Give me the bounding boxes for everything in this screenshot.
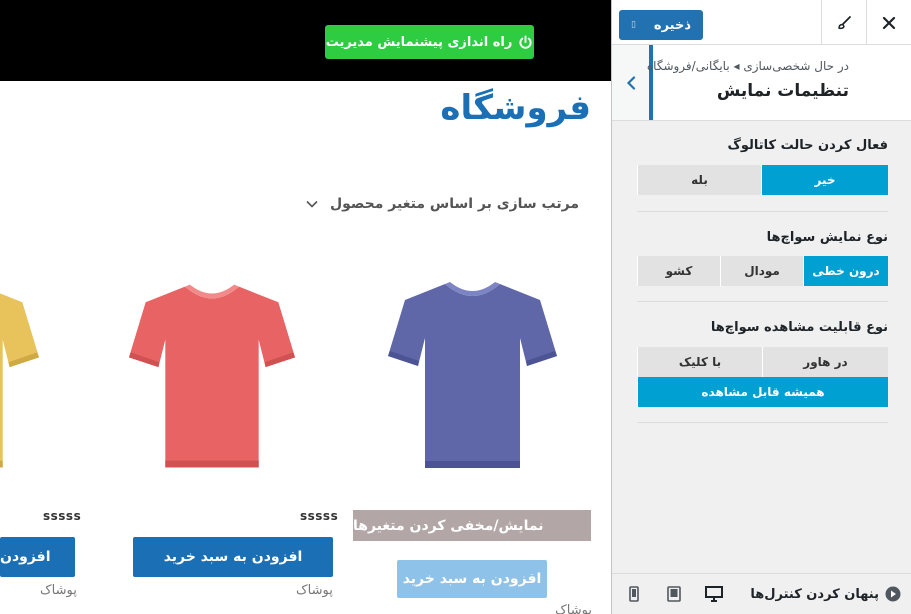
product-image-yellow-tshirt[interactable] bbox=[0, 280, 42, 475]
product-image-red-tshirt[interactable] bbox=[126, 280, 298, 475]
chevron-left-icon bbox=[626, 75, 635, 90]
admin-preview-button[interactable]: راه اندازی پیشنمایش مدیریت bbox=[325, 25, 534, 59]
divider bbox=[637, 301, 888, 302]
panel-title: تنظیمات نمایش bbox=[716, 81, 849, 101]
hide-controls-button[interactable]: پنهان کردن کنترل‌ها bbox=[750, 586, 901, 602]
sort-label: مرتب سازی بر اساس متغیر محصول bbox=[329, 196, 579, 212]
back-button[interactable] bbox=[612, 45, 653, 120]
customizer-sidebar: ذخیره ▯ در حال شخصی‌سازی ◂ بایگانی/فروشگ… bbox=[611, 0, 911, 614]
product-rating: sssss bbox=[43, 509, 82, 523]
power-icon bbox=[519, 34, 532, 49]
option-no[interactable]: خیر bbox=[761, 165, 888, 195]
option-on-hover[interactable]: در هاور bbox=[762, 347, 888, 377]
segmented-control: خیر بله bbox=[637, 165, 888, 195]
page-title: فروشگاه bbox=[440, 88, 591, 128]
breadcrumb: در حال شخصی‌سازی ◂ بایگانی/فروشگاه bbox=[646, 59, 849, 73]
swatch-visibility-control: نوع قابلیت مشاهده سواچ‌ها در هاور با کلی… bbox=[637, 317, 888, 409]
mobile-preview-button[interactable] bbox=[624, 584, 644, 604]
mobile-icon bbox=[629, 586, 639, 602]
sort-dropdown[interactable]: مرتب سازی بر اساس متغیر محصول bbox=[306, 192, 579, 216]
product-rating: sssss bbox=[300, 509, 339, 523]
hide-controls-label: پنهان کردن کنترل‌ها bbox=[750, 586, 879, 602]
option-inline[interactable]: درون خطی bbox=[803, 256, 888, 286]
product-image-blue-tshirt[interactable] bbox=[385, 278, 560, 475]
tablet-icon bbox=[667, 586, 681, 602]
site-preview: راه اندازی پیشنمایش مدیریت فروشگاه مرتب … bbox=[0, 0, 611, 614]
add-to-cart-button[interactable]: افزودن به سبد خرید bbox=[397, 560, 547, 598]
close-button[interactable] bbox=[866, 0, 911, 45]
customizer-footer: پنهان کردن کنترل‌ها bbox=[612, 573, 911, 614]
segmented-control: در هاور با کلیک bbox=[637, 347, 888, 377]
tablet-preview-button[interactable] bbox=[664, 584, 684, 604]
option-drawer[interactable]: کشو bbox=[637, 256, 720, 286]
control-label: نوع نمایش سواچ‌ها bbox=[766, 230, 888, 245]
chevron-down-icon bbox=[306, 200, 318, 208]
collapse-icon bbox=[885, 586, 901, 602]
admin-preview-label: راه اندازی پیشنمایش مدیریت bbox=[325, 34, 513, 50]
product-category[interactable]: پوشاک bbox=[296, 583, 333, 598]
product-category[interactable]: پوشاک bbox=[555, 603, 592, 614]
divider bbox=[637, 422, 888, 423]
option-yes[interactable]: بله bbox=[637, 165, 761, 195]
segmented-control-row2: همیشه قابل مشاهده bbox=[637, 377, 888, 407]
customizer-header: ذخیره ▯ bbox=[612, 0, 911, 45]
option-on-click[interactable]: با کلیک bbox=[637, 347, 762, 377]
segmented-control: درون خطی مودال کشو bbox=[637, 256, 888, 286]
brush-icon bbox=[838, 15, 851, 29]
variations-toggle-button[interactable]: نمایش/مخفی کردن متغیرها bbox=[353, 510, 591, 541]
publish-settings-icon[interactable]: ▯ bbox=[631, 20, 636, 30]
section-header: در حال شخصی‌سازی ◂ بایگانی/فروشگاه تنظیم… bbox=[612, 45, 911, 121]
catalog-mode-control: فعال کردن حالت کاتالوگ خیر بله bbox=[637, 135, 888, 197]
desktop-preview-button[interactable] bbox=[704, 584, 724, 604]
preview-top-bar: راه اندازی پیشنمایش مدیریت bbox=[0, 0, 611, 81]
customize-styles-button[interactable] bbox=[821, 0, 866, 45]
save-label: ذخیره bbox=[653, 17, 692, 33]
control-label: فعال کردن حالت کاتالوگ bbox=[727, 138, 888, 153]
option-modal[interactable]: مودال bbox=[720, 256, 803, 286]
add-to-cart-button[interactable]: افزودن bbox=[0, 537, 75, 577]
save-button[interactable]: ذخیره ▯ bbox=[619, 10, 703, 40]
option-always-visible[interactable]: همیشه قابل مشاهده bbox=[637, 377, 888, 407]
close-icon bbox=[882, 16, 896, 29]
add-to-cart-button[interactable]: افزودن به سبد خرید bbox=[133, 537, 333, 577]
desktop-icon bbox=[705, 586, 723, 602]
control-label: نوع قابلیت مشاهده سواچ‌ها bbox=[710, 320, 888, 335]
divider bbox=[637, 211, 888, 212]
swatch-display-type-control: نوع نمایش سواچ‌ها درون خطی مودال کشو bbox=[637, 227, 888, 289]
product-category[interactable]: پوشاک bbox=[40, 583, 77, 598]
add-to-cart-label: افزودن bbox=[0, 549, 51, 565]
